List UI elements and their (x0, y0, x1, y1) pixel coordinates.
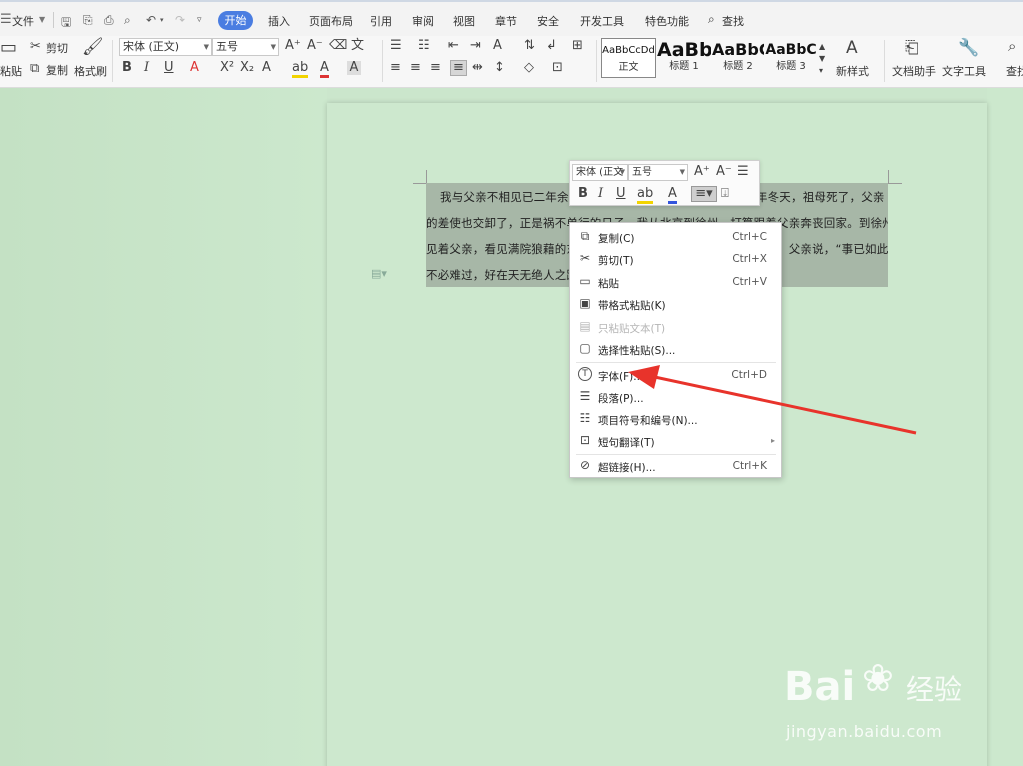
watermark-brand-suffix: 经验 (906, 673, 963, 706)
arrow-head (628, 365, 660, 389)
paw-icon: ❀ (862, 656, 894, 700)
baidu-watermark: Bai ❀ 经验 jingyan.baidu.com (784, 650, 974, 760)
app-window: ☰ 文件 ▼ 🖫 ⎘ ⎙ ⌕ ↶ ▾ ↷ ▿ 开始 插入 页面布局 引用 审阅 … (0, 0, 1023, 766)
watermark-url: jingyan.baidu.com (786, 722, 943, 741)
arrow-shaft (649, 374, 917, 435)
watermark-brand: Bai (784, 664, 856, 710)
